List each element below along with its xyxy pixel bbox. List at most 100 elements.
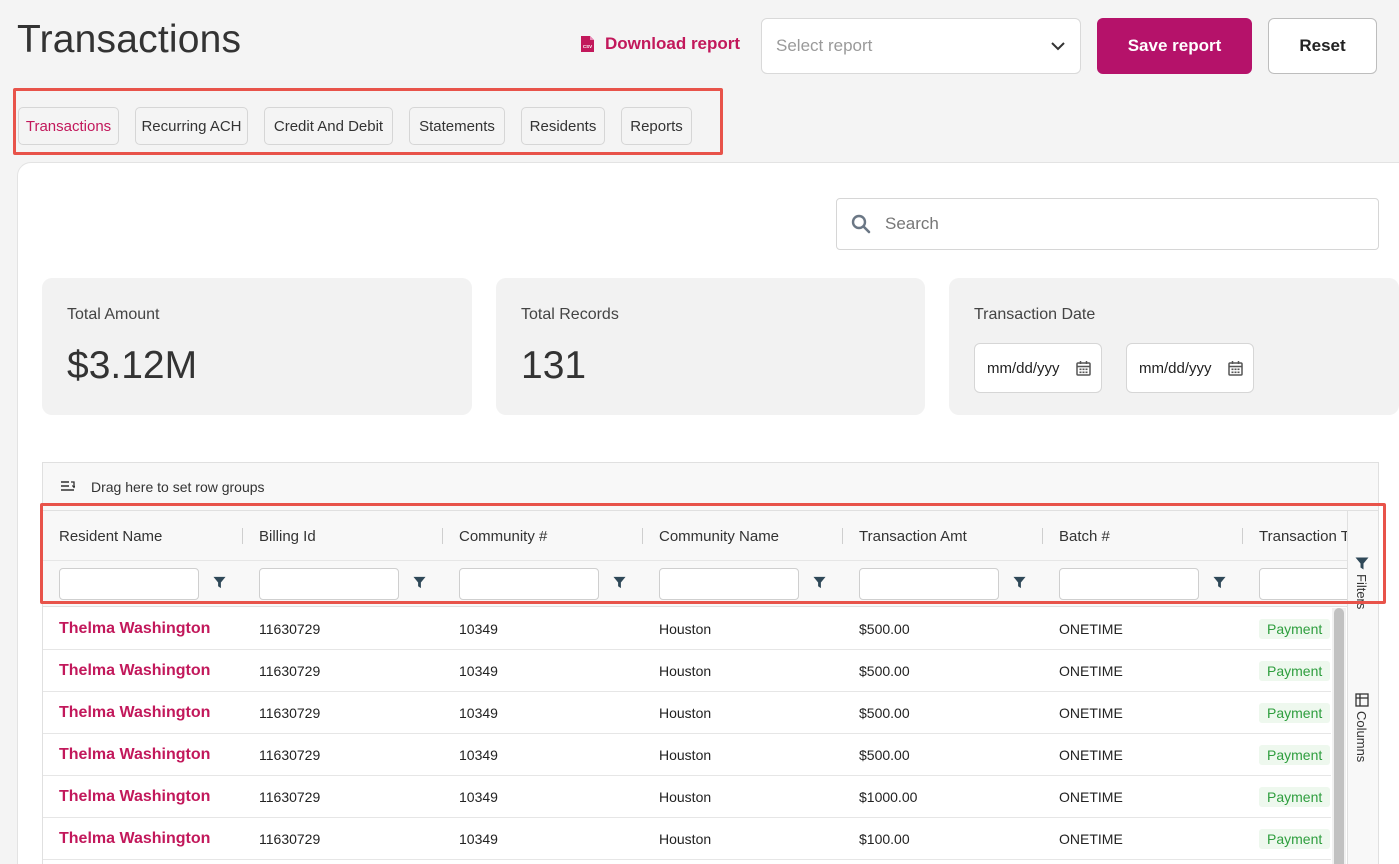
community-name-cell: Houston	[659, 788, 712, 805]
column-filter-input[interactable]	[259, 568, 399, 600]
chevron-down-icon	[1050, 41, 1066, 51]
search-box[interactable]	[836, 198, 1379, 250]
transaction-type-cell: Payment	[1259, 650, 1331, 691]
resident-name-cell[interactable]: Thelma Washington	[59, 650, 210, 691]
batch-number-cell: ONETIME	[1059, 704, 1123, 721]
vertical-scrollbar[interactable]	[1332, 608, 1346, 864]
total-records-card: Total Records 131	[496, 278, 925, 415]
col-header-community-name[interactable]: Community Name	[659, 511, 779, 561]
column-filter-input[interactable]	[59, 568, 199, 600]
csv-file-icon: CSV	[580, 35, 595, 53]
transaction-type-badge: Payment	[1259, 786, 1331, 807]
row-group-drop-zone[interactable]: Drag here to set row groups	[43, 463, 1378, 511]
table-row[interactable]: Thelma Washington 11630729 10349 Houston $50…	[43, 608, 1331, 650]
transaction-type-badge: Payment	[1259, 660, 1331, 681]
col-header-batch-number[interactable]: Batch #	[1059, 511, 1110, 561]
date-to-input[interactable]: mm/dd/yyy	[1126, 343, 1254, 393]
resident-name-cell[interactable]: Thelma Washington	[59, 734, 210, 775]
col-header-community-number[interactable]: Community #	[459, 511, 547, 561]
batch-number-cell: ONETIME	[1059, 620, 1123, 637]
transaction-type-badge: Payment	[1259, 618, 1331, 639]
save-report-button[interactable]: Save report	[1097, 18, 1252, 74]
column-filter-input[interactable]	[859, 568, 999, 600]
column-resize-handle[interactable]	[442, 528, 443, 544]
community-name-cell: Houston	[659, 662, 712, 679]
tab-residents[interactable]: Residents	[521, 107, 605, 145]
table-row[interactable]: Thelma Washington 11630729 10349 Houston $10…	[43, 818, 1331, 860]
total-records-value: 131	[521, 344, 587, 387]
column-resize-handle[interactable]	[842, 528, 843, 544]
billing-id-cell: 11630729	[259, 746, 321, 763]
billing-id-cell: 11630729	[259, 830, 321, 847]
download-report-button[interactable]: CSV Download report	[580, 34, 740, 54]
transaction-date-card: Transaction Date mm/dd/yyy mm/dd/yyy	[949, 278, 1399, 415]
column-resize-handle[interactable]	[242, 528, 243, 544]
filter-icon[interactable]	[613, 576, 626, 589]
transaction-amt-cell: $500.00	[859, 662, 910, 679]
transaction-amt-cell: $500.00	[859, 620, 910, 637]
community-name-cell: Houston	[659, 746, 712, 763]
transaction-amt-cell: $1000.00	[859, 788, 918, 805]
community-number-cell: 10349	[459, 788, 498, 805]
grid-filter-row	[43, 561, 1378, 607]
filter-icon[interactable]	[1213, 576, 1226, 589]
columns-icon	[1354, 693, 1369, 707]
table-row[interactable]: Thelma Washington 11630729 10349 Houston $10…	[43, 776, 1331, 818]
scrollbar-thumb[interactable]	[1334, 608, 1344, 864]
resident-name-cell[interactable]: Thelma Washington	[59, 608, 210, 649]
total-amount-label: Total Amount	[67, 306, 160, 323]
resident-name-cell[interactable]: Thelma Washington	[59, 776, 210, 817]
transaction-type-cell: Payment	[1259, 818, 1331, 859]
column-resize-handle[interactable]	[1242, 528, 1243, 544]
grid-side-panel: Filters Columns	[1347, 511, 1378, 864]
tab-recurring-ach[interactable]: Recurring ACH	[135, 107, 248, 145]
calendar-icon[interactable]	[1228, 360, 1243, 380]
search-input[interactable]	[885, 214, 1345, 234]
col-header-transaction-type[interactable]: Transaction T	[1259, 511, 1350, 561]
transaction-type-cell: Payment	[1259, 734, 1331, 775]
columns-label: Columns	[1354, 711, 1369, 763]
filters-panel-button[interactable]: Filters	[1354, 557, 1369, 609]
column-filter-input[interactable]	[1059, 568, 1199, 600]
billing-id-cell: 11630729	[259, 704, 321, 721]
billing-id-cell: 11630729	[259, 620, 321, 637]
filter-icon[interactable]	[813, 576, 826, 589]
table-row[interactable]: Thelma Washington 11630729 10349 Houston $50…	[43, 650, 1331, 692]
resident-name-cell[interactable]: Thelma Washington	[59, 692, 210, 733]
tab-statements[interactable]: Statements	[409, 107, 505, 145]
filter-icon[interactable]	[1013, 576, 1026, 589]
column-resize-handle[interactable]	[1042, 528, 1043, 544]
community-name-cell: Houston	[659, 620, 712, 637]
column-filter-input[interactable]	[459, 568, 599, 600]
total-amount-card: Total Amount $3.12M	[42, 278, 472, 415]
community-number-cell: 10349	[459, 662, 498, 679]
batch-number-cell: ONETIME	[1059, 746, 1123, 763]
col-header-resident-name[interactable]: Resident Name	[59, 511, 162, 561]
column-filter-input[interactable]	[659, 568, 799, 600]
col-header-transaction-amt[interactable]: Transaction Amt	[859, 511, 967, 561]
filter-icon[interactable]	[413, 576, 426, 589]
column-resize-handle[interactable]	[642, 528, 643, 544]
filter-icon[interactable]	[213, 576, 226, 589]
transaction-type-cell: Payment	[1259, 692, 1331, 733]
columns-panel-button[interactable]: Columns	[1354, 693, 1369, 762]
report-select[interactable]: Select report	[761, 18, 1081, 74]
col-header-billing-id[interactable]: Billing Id	[259, 511, 316, 561]
date-from-input[interactable]: mm/dd/yyy	[974, 343, 1102, 393]
calendar-icon[interactable]	[1076, 360, 1091, 380]
billing-id-cell: 11630729	[259, 662, 321, 679]
search-icon	[851, 214, 871, 234]
billing-id-cell: 11630729	[259, 788, 321, 805]
tab-reports[interactable]: Reports	[621, 107, 692, 145]
reset-button[interactable]: Reset	[1268, 18, 1377, 74]
resident-name-cell[interactable]: Thelma Washington	[59, 818, 210, 859]
table-row[interactable]: Thelma Washington 11630729 10349 Houston $50…	[43, 734, 1331, 776]
transactions-grid: Drag here to set row groups Resident Nam…	[42, 462, 1379, 864]
tab-credit-and-debit[interactable]: Credit And Debit	[264, 107, 393, 145]
community-name-cell: Houston	[659, 704, 712, 721]
filters-label: Filters	[1354, 574, 1369, 610]
table-row[interactable]: Thelma Washington 11630729 10349 Houston $50…	[43, 692, 1331, 734]
tab-transactions[interactable]: Transactions	[18, 107, 119, 145]
batch-number-cell: ONETIME	[1059, 788, 1123, 805]
total-amount-value: $3.12M	[67, 344, 198, 387]
